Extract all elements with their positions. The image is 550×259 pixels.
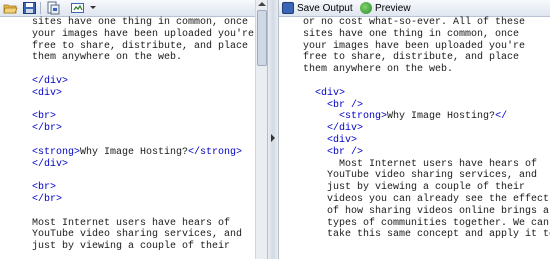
code-line: </br> [32, 193, 63, 205]
code-line: <br /> [327, 99, 364, 111]
code-line: Most Internet users have hears of [303, 158, 538, 170]
pane-splitter[interactable] [267, 0, 279, 259]
code-line: them anywhere on the web. [32, 52, 183, 64]
output-pane[interactable]: Save Output Preview or no cost what-so-e… [279, 0, 550, 259]
open-folder-icon[interactable] [3, 1, 18, 15]
save-output-button[interactable]: Save Output [282, 1, 353, 15]
save-output-label: Save Output [297, 2, 353, 14]
code-line: just by viewing a couple of their [32, 241, 231, 253]
scroll-thumb[interactable] [257, 10, 267, 66]
source-code-text[interactable]: sites have one thing in common, once your… [0, 17, 267, 259]
code-line: just by viewing a couple of their [303, 182, 526, 194]
code-line: <strong>Why Image Hosting?</ [339, 111, 508, 123]
source-editor-pane[interactable]: sites have one thing in common, once your… [0, 0, 267, 259]
open-file-icon[interactable] [45, 1, 60, 15]
code-line: your images have been uploaded you're [32, 28, 255, 40]
code-line: types of communities together. We can [303, 217, 550, 229]
code-line: Most Internet users have hears of [32, 217, 231, 229]
chevron-down-icon[interactable] [90, 6, 96, 9]
left-toolbar [0, 0, 267, 17]
code-line: </div> [327, 123, 364, 135]
scroll-up-arrow-icon[interactable] [258, 2, 266, 6]
code-line: <br> [32, 182, 57, 194]
code-line: </div> [32, 75, 69, 87]
code-line: YouTube video sharing services, and [32, 229, 243, 241]
code-line: <div> [32, 87, 63, 99]
code-line: videos you can already see the effect [303, 193, 550, 205]
code-line: <br /> [327, 146, 364, 158]
right-toolbar: Save Output Preview [279, 0, 550, 17]
code-line: <div> [327, 134, 358, 146]
code-line: your images have been uploaded you're [303, 40, 526, 52]
code-line: sites have one thing in common, once [303, 28, 520, 40]
code-line: take this same concept and apply it to [303, 229, 550, 241]
preview-button[interactable]: Preview [360, 1, 411, 15]
code-line: free to share, distribute, and place [32, 40, 249, 52]
code-line: YouTube video sharing services, and [303, 170, 538, 182]
code-line: <div> [315, 87, 346, 99]
code-line: of how sharing videos online brings all [303, 205, 550, 217]
code-line: <br> [32, 111, 57, 123]
code-line: <strong>Why Image Hosting?</strong> [32, 146, 243, 158]
preview-label: Preview [375, 2, 411, 14]
left-scrollbar[interactable] [255, 0, 267, 259]
settings-icon[interactable] [70, 1, 85, 15]
code-line: or no cost what-so-ever. All of these [303, 17, 526, 28]
output-code-text[interactable]: or no cost what-so-ever. All of these sit… [279, 17, 550, 259]
code-line: sites have one thing in common, once [32, 17, 249, 28]
code-line: </div> [32, 158, 69, 170]
toolbar-separator [40, 2, 41, 14]
collapse-arrow-icon[interactable] [271, 134, 275, 142]
save-icon[interactable] [22, 1, 37, 15]
preview-globe-icon [360, 2, 372, 14]
code-line: free to share, distribute, and place [303, 52, 520, 64]
code-line: them anywhere on the web. [303, 64, 454, 76]
code-line: </br> [32, 123, 63, 135]
save-icon [282, 2, 294, 14]
